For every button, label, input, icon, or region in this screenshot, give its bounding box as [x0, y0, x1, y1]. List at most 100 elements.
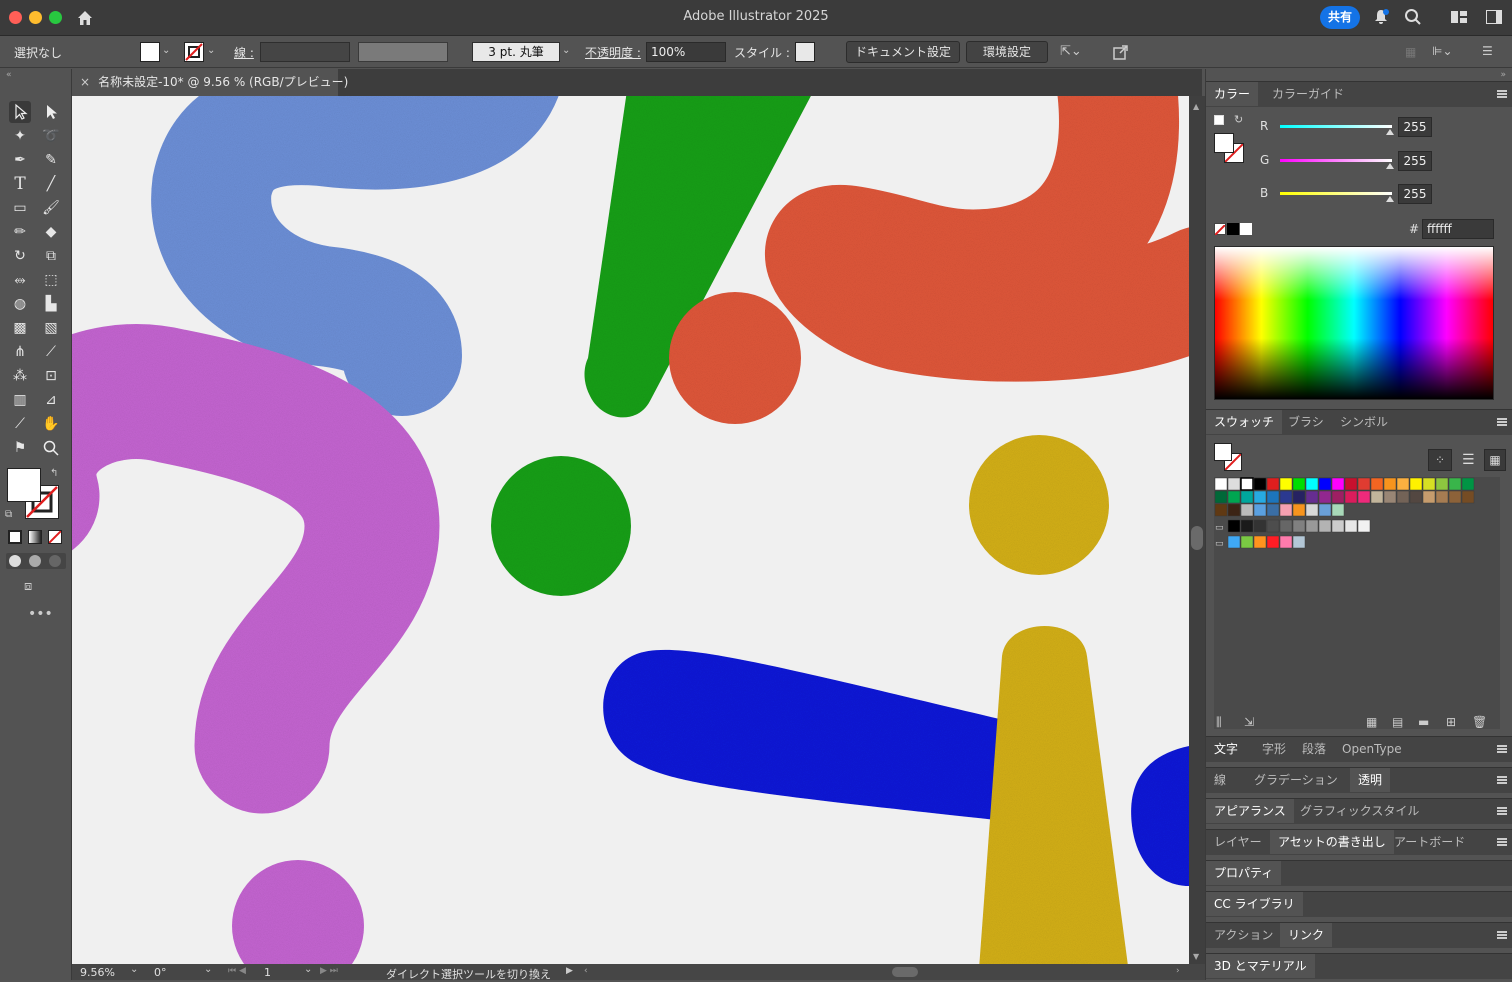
artboard-nav-prev-icon[interactable]: ⏮ ◀ [228, 966, 246, 976]
tab-layers[interactable]: レイヤー [1206, 830, 1270, 854]
scale-tool-icon[interactable]: ⧉ [40, 245, 62, 267]
grid-view-icon[interactable]: ▦ [1484, 449, 1506, 471]
tab-appearance[interactable]: アピアランス [1206, 799, 1294, 823]
tab-glyphs[interactable]: 字形 [1254, 737, 1294, 761]
fill-swatch[interactable] [140, 42, 160, 62]
align-icon[interactable]: ▦ [1405, 45, 1419, 59]
r-value[interactable]: 255 [1398, 117, 1432, 137]
knife-tool-icon[interactable]: ⟋ [9, 413, 31, 435]
canvas-vertical-scrollbar[interactable]: ▲ ▼ [1189, 96, 1205, 964]
panel-menu-icon[interactable] [1497, 931, 1507, 939]
tab-color-guide[interactable]: カラーガイド [1264, 82, 1352, 106]
delete-swatch-icon[interactable]: 🗑 [1472, 715, 1487, 729]
r-slider-handle[interactable] [1386, 129, 1394, 135]
eraser-tool-icon[interactable]: ◆ [40, 221, 62, 243]
g-value[interactable]: 255 [1398, 151, 1432, 171]
tab-symbols[interactable]: シンボル [1332, 410, 1396, 434]
color-spectrum-picker[interactable] [1214, 246, 1494, 400]
artboard-canvas[interactable] [72, 96, 1189, 964]
tab-3d-materials[interactable]: 3D とマテリアル [1206, 954, 1315, 978]
workspace-icon[interactable] [1450, 9, 1468, 25]
tab-stroke[interactable]: 線 [1206, 768, 1234, 792]
screen-mode-icon[interactable]: ⧈ [24, 579, 48, 595]
tab-paragraph[interactable]: 段落 [1294, 737, 1334, 761]
artboard-nav-next-icon[interactable]: ▶ ⏭ [320, 966, 338, 976]
puppet-warp-tool-icon[interactable]: ⚑ [9, 437, 31, 459]
swatch-libraries-icon[interactable]: ⫼ [1216, 715, 1222, 730]
variable-width-profile[interactable] [358, 42, 448, 62]
none-mode-icon[interactable] [48, 530, 62, 544]
vertical-scroll-thumb[interactable] [1191, 526, 1203, 550]
tab-gradient[interactable]: グラデーション [1246, 768, 1346, 792]
tab-actions[interactable]: アクション [1206, 923, 1281, 947]
paintbrush-tool-icon[interactable]: 🖌 [40, 197, 62, 219]
tab-swatches[interactable]: スウォッチ [1206, 410, 1283, 434]
tab-cc-libraries[interactable]: CC ライブラリ [1206, 892, 1303, 916]
show-swatch-options-icon[interactable]: ▦ [1366, 715, 1377, 729]
tab-opentype[interactable]: OpenType [1334, 737, 1410, 761]
chevron-down-icon[interactable]: ⌄ [162, 45, 174, 59]
panel-menu-icon[interactable] [1497, 418, 1507, 426]
swap-color-icon[interactable]: ↻ [1234, 113, 1243, 126]
selection-tool-icon[interactable] [9, 101, 31, 123]
gradient-mode-icon[interactable] [28, 530, 42, 544]
arrange-icon[interactable]: ⇱⌄ [1060, 44, 1090, 60]
panel-menu-icon[interactable] [1497, 90, 1507, 98]
opacity-field[interactable]: 100% [646, 42, 726, 62]
panel-menu-icon[interactable] [1497, 776, 1507, 784]
fill-color-front[interactable] [7, 468, 41, 502]
scroll-left-icon[interactable]: ‹ [584, 966, 588, 976]
tab-brushes[interactable]: ブラシ [1280, 410, 1332, 434]
zoom-level[interactable]: 9.56% [80, 966, 115, 979]
draw-inside-icon[interactable] [49, 555, 61, 567]
g-slider-handle[interactable] [1386, 163, 1394, 169]
new-swatch-icon[interactable]: ⊞ [1446, 715, 1456, 729]
panel-menu-icon[interactable] [1497, 745, 1507, 753]
rotation-value[interactable]: 0° [154, 966, 167, 979]
default-fill-stroke-icon[interactable]: ⧉ [5, 509, 17, 521]
type-tool-icon[interactable]: T [9, 173, 31, 195]
tab-transparency[interactable]: 透明 [1350, 768, 1391, 792]
perspective-grid-tool-icon[interactable]: ▙ [40, 293, 62, 315]
tab-color[interactable]: カラー [1206, 82, 1259, 106]
document-tab[interactable]: × 名称未設定-10* @ 9.56 % (RGB/プレビュー) [72, 69, 348, 96]
free-transform-tool-icon[interactable]: ⬚ [40, 269, 62, 291]
status-menu-icon[interactable]: ▶ [566, 966, 573, 976]
chevron-down-icon[interactable]: ⌄ [204, 964, 212, 975]
panel-menu-icon[interactable] [1497, 807, 1507, 815]
width-tool-icon[interactable]: ⥈ [9, 269, 31, 291]
color-mode-icon[interactable] [8, 530, 22, 544]
bell-icon[interactable] [1372, 8, 1390, 26]
r-slider[interactable] [1280, 125, 1392, 128]
eyedropper-tool-icon[interactable]: ⟋ [40, 341, 62, 363]
graph-tool-icon[interactable]: ▥ [9, 389, 31, 411]
g-slider[interactable] [1280, 159, 1392, 162]
place-swatches-icon[interactable]: ⇲ [1244, 715, 1254, 729]
default-color-icon[interactable] [1214, 115, 1224, 125]
slice-tool-icon[interactable]: ⊿ [40, 389, 62, 411]
opacity-label[interactable]: 不透明度 : [585, 44, 641, 61]
horizontal-scroll-thumb[interactable] [892, 967, 918, 977]
shape-builder-tool-icon[interactable]: ◍ [9, 293, 31, 315]
draw-behind-icon[interactable] [29, 555, 41, 567]
blend-tool-icon[interactable]: ⋔ [9, 341, 31, 363]
distribute-icon[interactable]: ⊫⌄ [1432, 44, 1462, 60]
artwork[interactable] [72, 96, 1189, 964]
magic-wand-tool-icon[interactable]: ✦ [9, 125, 31, 147]
search-icon[interactable] [1404, 8, 1422, 26]
tab-properties[interactable]: プロパティ [1206, 861, 1282, 885]
mesh-tool-icon[interactable]: ▩ [9, 317, 31, 339]
swatch-fill-front[interactable] [1214, 443, 1232, 461]
brush-definition[interactable]: 3 pt. 丸筆 [472, 42, 560, 62]
share-button[interactable]: 共有 [1320, 6, 1360, 29]
chevron-down-icon[interactable]: ⌄ [304, 964, 312, 975]
scroll-down-icon[interactable]: ▼ [1193, 952, 1199, 961]
stroke-weight-field[interactable] [260, 42, 350, 62]
rectangle-tool-icon[interactable]: ▭ [9, 197, 31, 219]
preferences-button[interactable]: 環境設定 [966, 41, 1048, 63]
swap-fill-stroke-icon[interactable]: ↰ [50, 468, 62, 480]
list-icon[interactable]: ☰ [1482, 44, 1496, 58]
zoom-tool-icon[interactable] [40, 437, 62, 459]
tab-character[interactable]: 文字 [1206, 737, 1247, 761]
pencil-tool-icon[interactable]: ✏ [9, 221, 31, 243]
